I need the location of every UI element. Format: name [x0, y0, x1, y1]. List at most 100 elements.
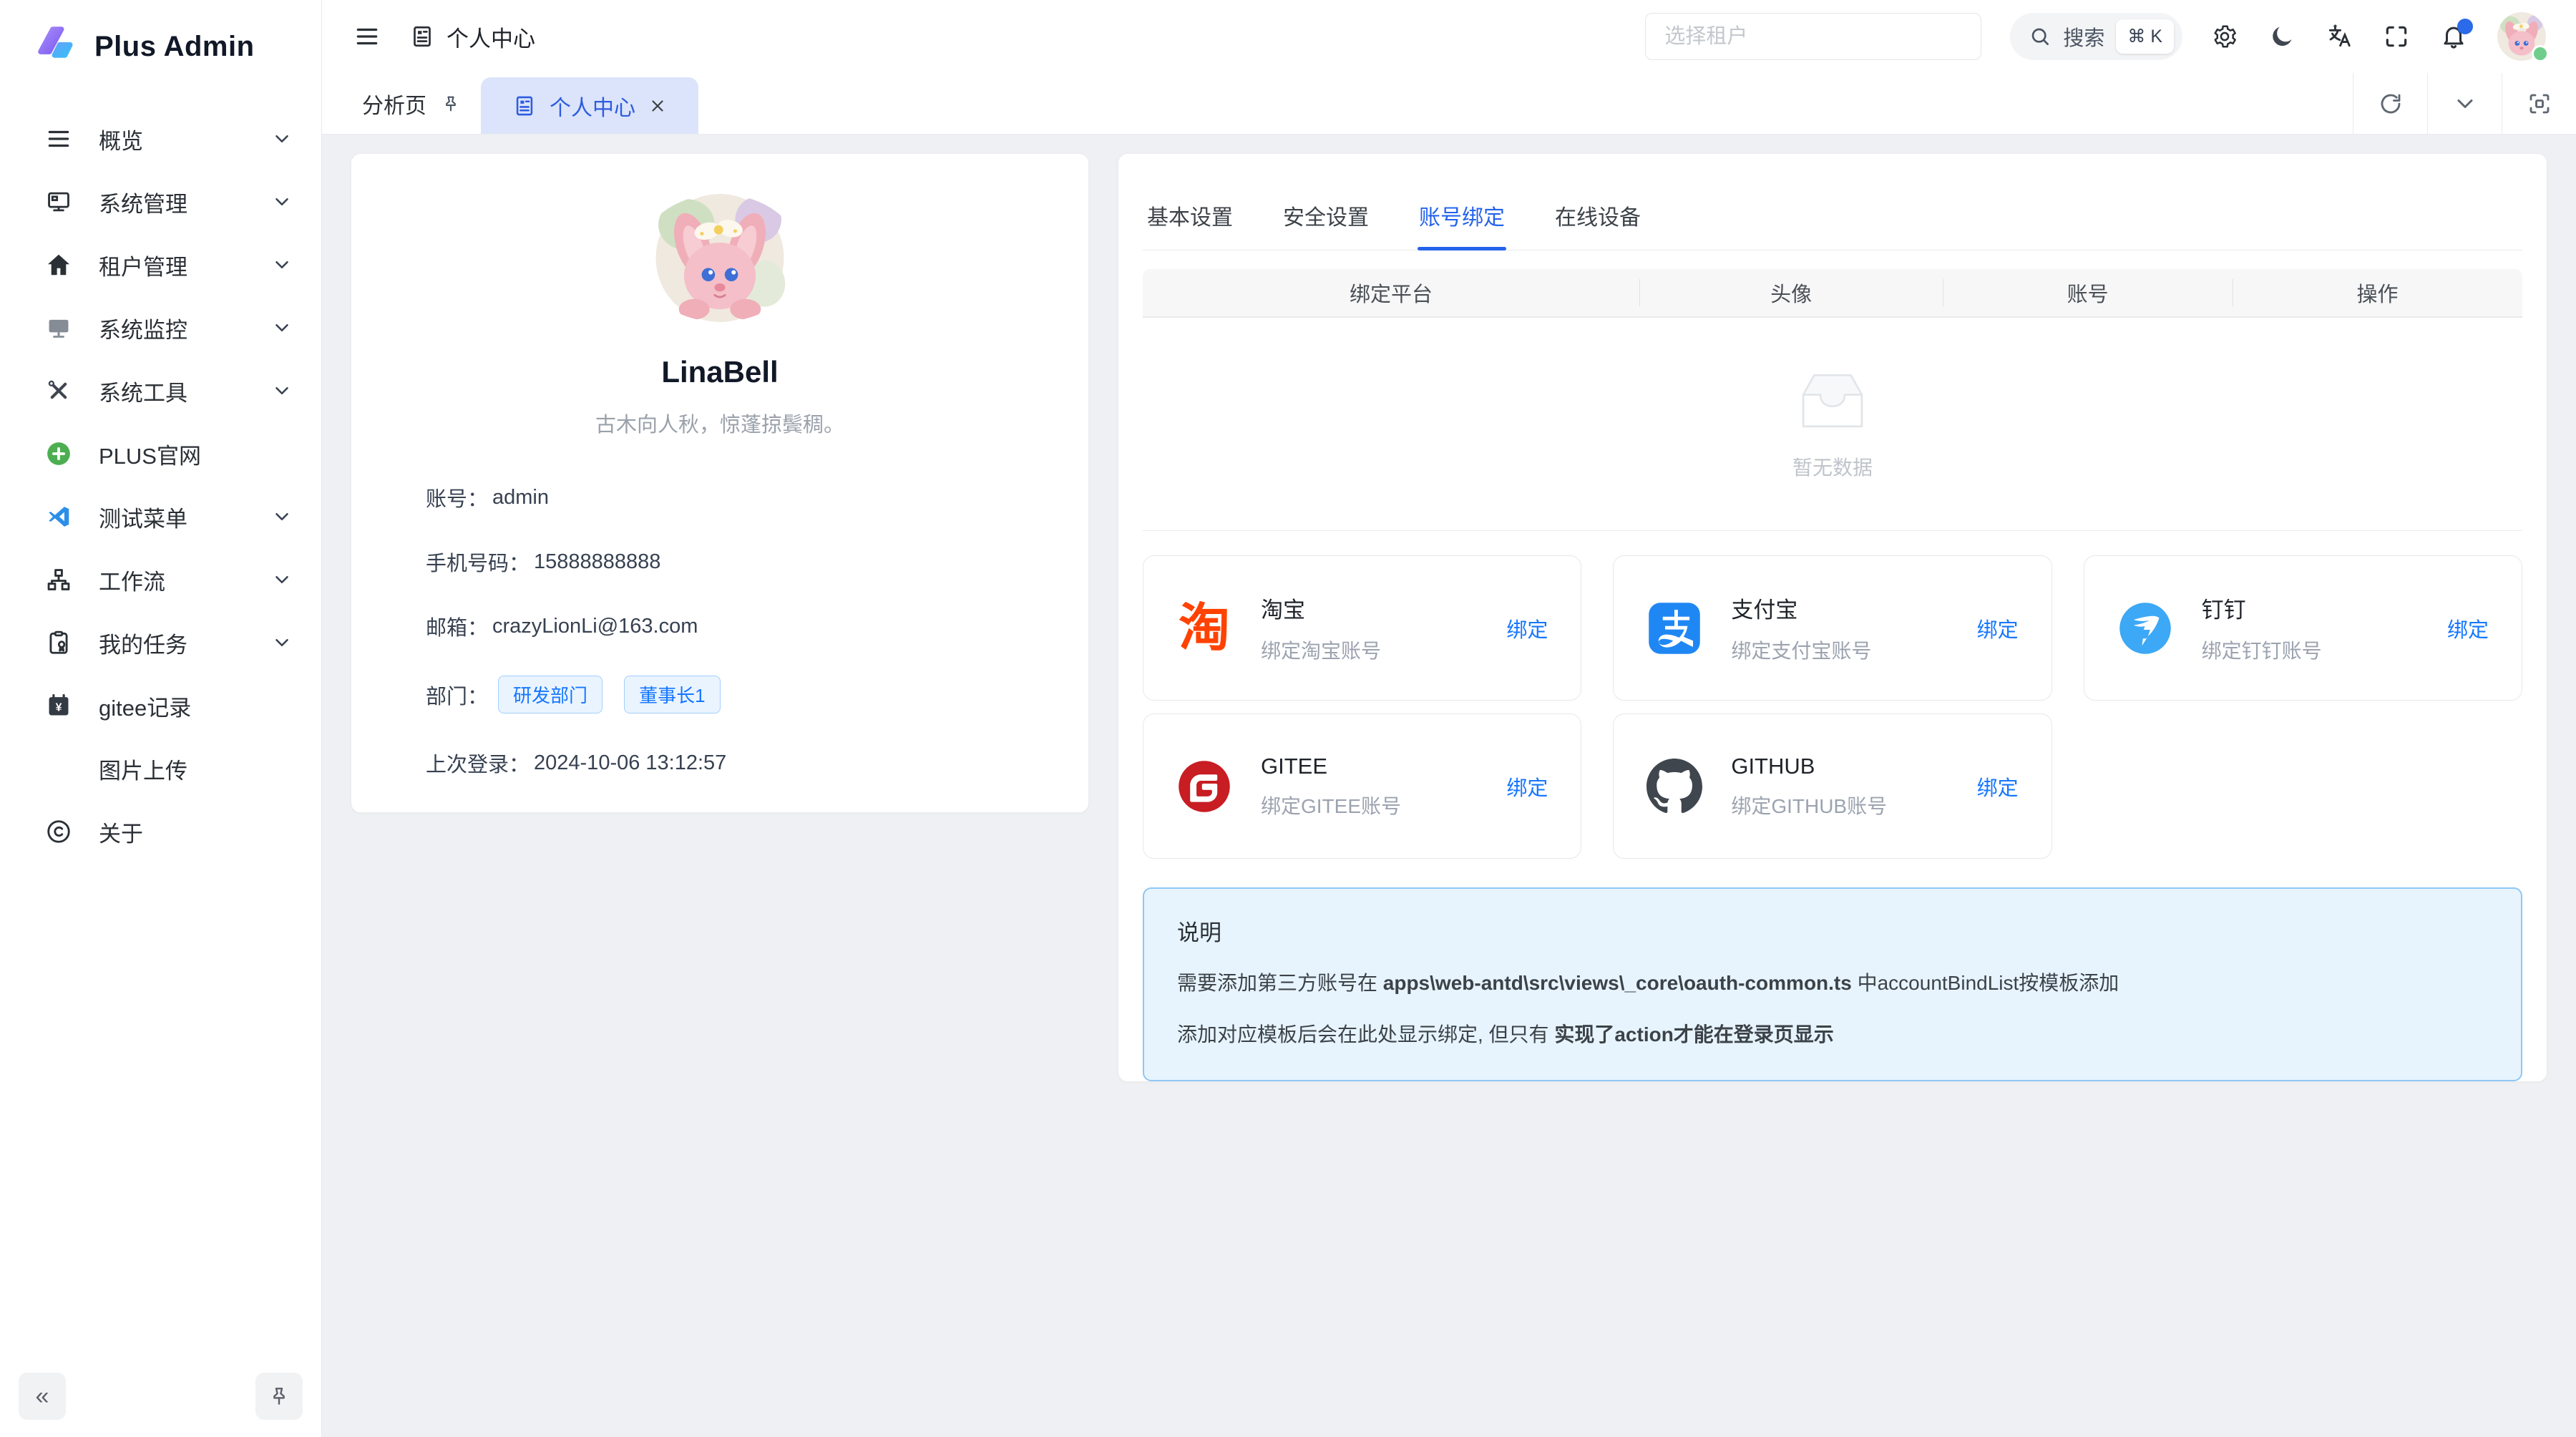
logo-icon [37, 26, 79, 67]
fullscreen-button[interactable] [2383, 23, 2410, 50]
sidebar-item-label: gitee记录 [99, 690, 293, 722]
language-button[interactable] [2326, 23, 2353, 50]
bind-taobao-button[interactable]: 绑定 [1506, 613, 1548, 643]
search-label: 搜索 [2063, 21, 2104, 52]
search-icon [2029, 25, 2051, 48]
bind-github-button[interactable]: 绑定 [1977, 771, 2019, 802]
refresh-button[interactable] [2353, 73, 2427, 134]
field-account: 账号： admin [426, 482, 1088, 512]
field-email: 邮箱： crazyLionLi@163.com [426, 611, 1088, 641]
chevron-down-icon [271, 380, 293, 401]
settings-button[interactable] [2211, 23, 2238, 50]
bind-table-header: 绑定平台 头像 账号 操作 [1143, 269, 2522, 318]
github-logo-icon [1646, 759, 1702, 814]
moon-icon [2268, 23, 2296, 50]
sidebar-item-image-upload[interactable]: 图片上传 [0, 737, 321, 800]
sidebar-item-system-monitor[interactable]: 系统监控 [0, 296, 321, 359]
tab-menu-button[interactable] [2427, 73, 2502, 134]
content-fullscreen-button[interactable] [2502, 73, 2576, 134]
bind-card-gitee: GITEE 绑定GITEE账号 绑定 [1143, 713, 1581, 859]
pin-sidebar-button[interactable] [255, 1373, 303, 1420]
tab-account-binding[interactable]: 账号绑定 [1418, 188, 1506, 250]
sidebar-item-my-tasks[interactable]: 我的任务 [0, 611, 321, 674]
sidebar-item-tenant-management[interactable]: 租户管理 [0, 233, 321, 296]
clipboard-icon [43, 627, 74, 658]
calendar-yen-icon: ¥ [43, 690, 74, 721]
chevron-down-icon [271, 569, 293, 590]
field-department: 部门： 研发部门 董事长1 [426, 676, 1088, 713]
tab-basic-settings[interactable]: 基本设置 [1146, 188, 1234, 250]
col-avatar: 头像 [1639, 278, 1943, 308]
sidebar-item-label: 系统管理 [99, 186, 271, 218]
dark-mode-button[interactable] [2268, 23, 2296, 50]
field-phone: 手机号码： 15888888888 [426, 547, 1088, 577]
chevron-down-icon [271, 254, 293, 276]
sidebar-item-label: PLUS官网 [99, 438, 293, 470]
app-title: Plus Admin [94, 31, 255, 63]
global-search-button[interactable]: 搜索 ⌘ K [2010, 13, 2182, 60]
pin-icon [441, 94, 461, 114]
bind-alipay-button[interactable]: 绑定 [1977, 613, 2019, 643]
vscode-icon [43, 501, 74, 532]
app-root: Plus Admin 概览 系统管理 租户管 [0, 0, 2576, 1437]
bind-dingtalk-button[interactable]: 绑定 [2447, 613, 2489, 643]
display-icon [43, 312, 74, 344]
empty-text: 暂无数据 [1792, 452, 1873, 481]
sidebar-item-about[interactable]: 关于 [0, 800, 321, 863]
note-title: 说明 [1177, 915, 2488, 947]
svg-text:¥: ¥ [56, 701, 62, 713]
avatar-image [638, 194, 801, 322]
sidebar-item-test-menu[interactable]: 测试菜单 [0, 485, 321, 548]
home-icon [43, 249, 74, 281]
breadcrumb[interactable]: 个人中心 [409, 21, 535, 53]
col-account: 账号 [1943, 278, 2233, 308]
sidebar-item-label: 图片上传 [99, 753, 293, 785]
sidebar-footer: « [0, 1365, 321, 1437]
gear-icon [2211, 23, 2238, 50]
user-avatar[interactable] [2497, 12, 2546, 61]
sidebar-item-label: 关于 [99, 816, 293, 848]
sidebar-item-system-management[interactable]: 系统管理 [0, 170, 321, 233]
tools-icon [43, 375, 74, 406]
profile-fields: 账号： admin 手机号码： 15888888888 邮箱： crazyLio… [351, 482, 1088, 812]
menu-lines-icon [43, 123, 74, 155]
workflow-icon [43, 564, 74, 595]
tenant-select-input[interactable] [1645, 13, 1981, 60]
sidebar-item-overview[interactable]: 概览 [0, 107, 321, 170]
tab-security-settings[interactable]: 安全设置 [1282, 188, 1370, 250]
divider [1143, 530, 2522, 531]
tab-online-devices[interactable]: 在线设备 [1553, 188, 1642, 250]
id-card-icon [512, 94, 537, 118]
bind-gitee-button[interactable]: 绑定 [1506, 771, 1548, 802]
translate-icon [2326, 23, 2353, 50]
id-card-icon [409, 24, 435, 49]
online-status-dot [2532, 45, 2549, 62]
empty-state: 暂无数据 [1143, 318, 2522, 530]
chevron-down-icon [271, 506, 293, 527]
dingtalk-logo-icon [2117, 600, 2173, 656]
tab-personal-center[interactable]: 个人中心 [481, 77, 698, 134]
tab-analysis[interactable]: 分析页 [322, 73, 481, 134]
bind-card-github: GITHUB 绑定GITHUB账号 绑定 [1613, 713, 2051, 859]
sidebar-item-plus-website[interactable]: PLUS官网 [0, 422, 321, 485]
sidebar-item-label: 我的任务 [99, 627, 271, 659]
department-tag: 研发部门 [498, 676, 602, 713]
hamburger-menu-button[interactable] [353, 23, 381, 50]
bind-card-alipay: 支付宝 绑定支付宝账号 绑定 [1613, 555, 2051, 701]
notification-badge [2457, 19, 2473, 34]
refresh-icon [2378, 91, 2404, 117]
binding-cards: 淘 淘宝 绑定淘宝账号 绑定 支付宝 绑定支付宝账号 [1143, 555, 2522, 859]
bind-card-taobao: 淘 淘宝 绑定淘宝账号 绑定 [1143, 555, 1581, 701]
sidebar-item-system-tools[interactable]: 系统工具 [0, 359, 321, 422]
avatar[interactable] [638, 194, 801, 322]
profile-name: LinaBell [661, 355, 778, 389]
close-tab-button[interactable] [648, 97, 667, 115]
app-logo[interactable]: Plus Admin [0, 0, 321, 74]
collapse-sidebar-button[interactable]: « [19, 1373, 66, 1420]
monitor-icon [43, 186, 74, 218]
close-icon [648, 97, 667, 115]
note-line-2: 添加对应模板后会在此处显示绑定, 但只有 实现了action才能在登录页显示 [1177, 1020, 2488, 1050]
sidebar-item-workflow[interactable]: 工作流 [0, 548, 321, 611]
sidebar-item-gitee-records[interactable]: ¥ gitee记录 [0, 674, 321, 737]
tab-label: 个人中心 [550, 90, 635, 122]
